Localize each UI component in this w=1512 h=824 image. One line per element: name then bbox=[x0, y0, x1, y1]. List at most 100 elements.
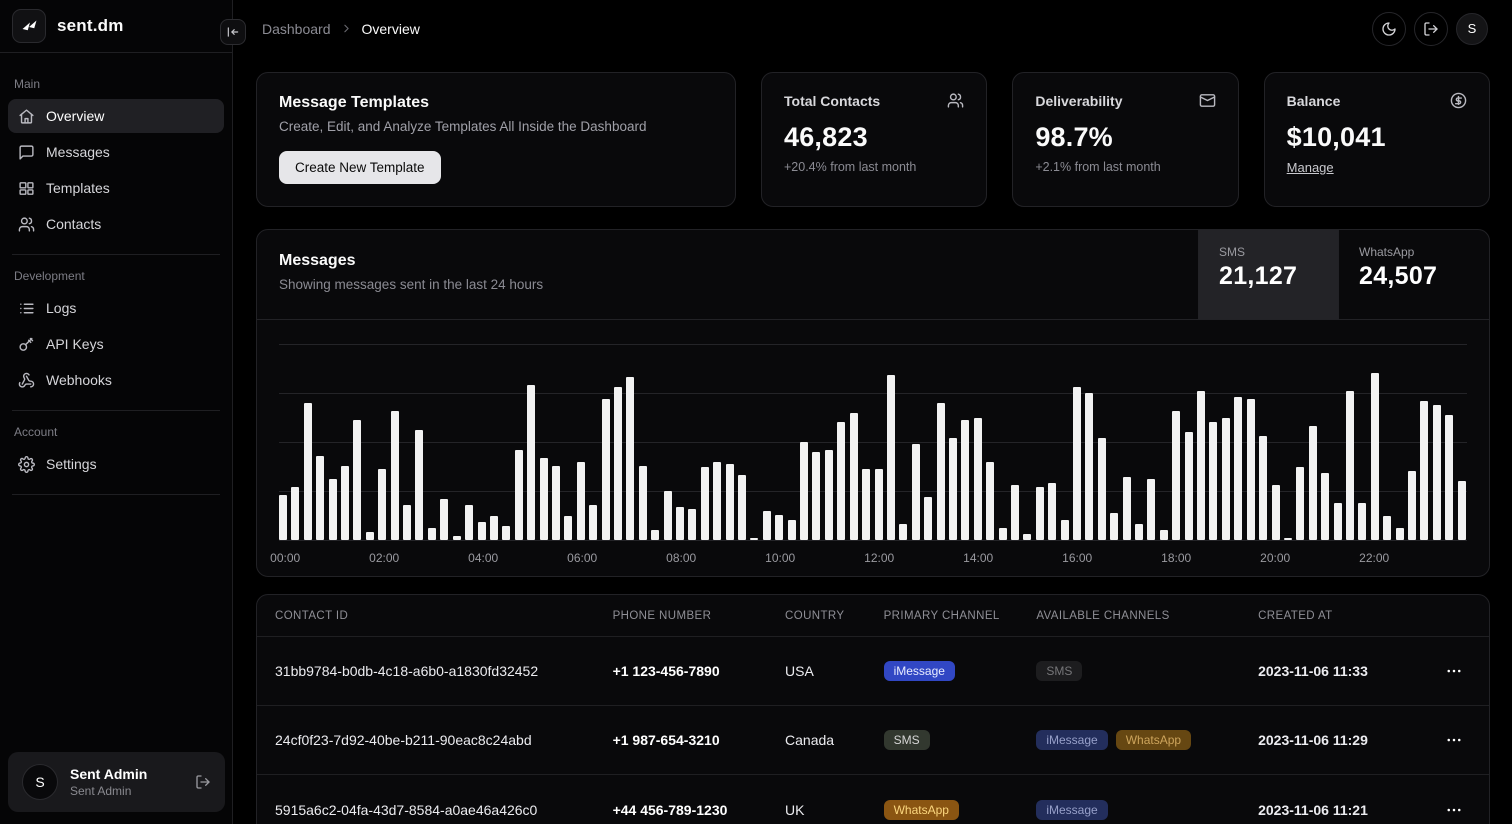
chart-bar bbox=[949, 438, 957, 540]
logout-button[interactable] bbox=[1414, 12, 1448, 46]
chart-bar bbox=[1396, 528, 1404, 540]
stat-card-header: Deliverability bbox=[1035, 92, 1215, 109]
chart-bar bbox=[1023, 534, 1031, 540]
x-axis-tick-label: 22:00 bbox=[1359, 551, 1389, 565]
chart-bar bbox=[564, 516, 572, 540]
mail-icon bbox=[1199, 92, 1216, 109]
x-axis-tick-label: 12:00 bbox=[864, 551, 894, 565]
chart-bar bbox=[899, 524, 907, 540]
message-templates-card: Message Templates Create, Edit, and Anal… bbox=[256, 72, 736, 207]
chart-bar bbox=[1123, 477, 1131, 540]
chart-bars bbox=[279, 344, 1467, 540]
column-header-primary-channel: Primary Channel bbox=[866, 610, 1019, 622]
row-actions-button[interactable] bbox=[1442, 728, 1466, 752]
country: Canada bbox=[767, 732, 866, 748]
available-channels: iMessageWhatsApp bbox=[1018, 730, 1240, 750]
chart-bar bbox=[676, 507, 684, 540]
x-axis-tick-label: 20:00 bbox=[1260, 551, 1290, 565]
column-header-contact-id: Contact ID bbox=[257, 610, 595, 622]
avatar[interactable]: S bbox=[1456, 13, 1488, 45]
sidebar-item-webhooks[interactable]: Webhooks bbox=[8, 363, 224, 397]
chart-bar bbox=[1061, 520, 1069, 540]
list-icon bbox=[18, 300, 35, 317]
sidebar-item-label: Contacts bbox=[46, 216, 101, 232]
breadcrumb-dashboard[interactable]: Dashboard bbox=[262, 21, 331, 37]
created-at: 2023-11-06 11:33 bbox=[1240, 663, 1424, 679]
chart-bar bbox=[1284, 538, 1292, 540]
chart-bar bbox=[465, 505, 473, 540]
channel-badge-imessage: iMessage bbox=[884, 661, 955, 681]
sidebar-collapse-button[interactable] bbox=[220, 19, 246, 45]
available-channels: SMS bbox=[1018, 661, 1240, 681]
sidebar-item-label: API Keys bbox=[46, 336, 104, 352]
chart-bar bbox=[602, 399, 610, 540]
stat-title: Deliverability bbox=[1035, 93, 1122, 109]
messages-panel-header: Messages Showing messages sent in the la… bbox=[257, 230, 1489, 320]
sidebar-user-card[interactable]: S Sent Admin Sent Admin bbox=[8, 752, 225, 812]
main-area: Dashboard Overview S Message Templates C… bbox=[233, 0, 1512, 824]
tab-sms[interactable]: SMS 21,127 bbox=[1198, 230, 1338, 319]
theme-toggle-button[interactable] bbox=[1372, 12, 1406, 46]
logout-icon[interactable] bbox=[195, 774, 211, 790]
gear-icon bbox=[18, 456, 35, 473]
sidebar-item-settings[interactable]: Settings bbox=[8, 447, 224, 481]
user-avatar: S bbox=[22, 764, 58, 800]
x-axis-tick-label: 10:00 bbox=[765, 551, 795, 565]
chart-bar bbox=[788, 520, 796, 540]
tab-whatsapp[interactable]: WhatsApp 24,507 bbox=[1338, 230, 1489, 319]
chart-bar bbox=[1272, 485, 1280, 540]
home-icon bbox=[18, 108, 35, 125]
phone-number: +1 123-456-7890 bbox=[595, 663, 767, 679]
chart-bar bbox=[552, 466, 560, 540]
tab-label: WhatsApp bbox=[1359, 245, 1469, 259]
chart-bar bbox=[1011, 485, 1019, 540]
sidebar-nav: Main Overview Messages Templates Contact… bbox=[0, 53, 232, 824]
chart-bar bbox=[490, 516, 498, 540]
sidebar-item-logs[interactable]: Logs bbox=[8, 291, 224, 325]
topbar-actions: S bbox=[1372, 12, 1488, 46]
chart-bar bbox=[961, 420, 969, 540]
user-meta: Sent Admin Sent Admin bbox=[70, 766, 183, 798]
chart-bar bbox=[1048, 483, 1056, 540]
sidebar-item-label: Settings bbox=[46, 456, 97, 472]
chart-bar bbox=[577, 462, 585, 540]
row-actions-button[interactable] bbox=[1442, 798, 1466, 822]
chart-bar bbox=[1358, 503, 1366, 540]
cards-row: Message Templates Create, Edit, and Anal… bbox=[256, 72, 1490, 207]
sidebar-section-label-development: Development bbox=[14, 269, 218, 283]
stat-value: 46,823 bbox=[784, 122, 964, 153]
sidebar-item-overview[interactable]: Overview bbox=[8, 99, 224, 133]
chart-bar bbox=[1420, 401, 1428, 540]
chart-bar bbox=[999, 528, 1007, 540]
x-axis-tick-label: 14:00 bbox=[963, 551, 993, 565]
x-axis-tick-label: 00:00 bbox=[270, 551, 300, 565]
chart-bar bbox=[428, 528, 436, 540]
contact-id: 5915a6c2-04fa-43d7-8584-a0ae46a426c0 bbox=[257, 802, 595, 818]
stat-value: $10,041 bbox=[1287, 122, 1467, 153]
users-icon bbox=[947, 92, 964, 109]
primary-channel: SMS bbox=[866, 730, 1019, 750]
sidebar-item-messages[interactable]: Messages bbox=[8, 135, 224, 169]
row-actions-button[interactable] bbox=[1442, 659, 1466, 683]
webhook-icon bbox=[18, 372, 35, 389]
create-new-template-button[interactable]: Create New Template bbox=[279, 151, 441, 184]
chart-bar bbox=[478, 522, 486, 540]
chart-bar bbox=[1085, 393, 1093, 540]
chart-bar bbox=[1433, 405, 1441, 540]
x-axis-tick-label: 16:00 bbox=[1062, 551, 1092, 565]
chart-bar bbox=[1172, 411, 1180, 540]
chart-bar bbox=[589, 505, 597, 540]
chart-bar bbox=[378, 469, 386, 540]
sidebar-item-api-keys[interactable]: API Keys bbox=[8, 327, 224, 361]
sidebar-item-contacts[interactable]: Contacts bbox=[8, 207, 224, 241]
manage-link[interactable]: Manage bbox=[1287, 160, 1334, 175]
chart-bar bbox=[875, 469, 883, 540]
chart-bar bbox=[1408, 471, 1416, 540]
sidebar-item-templates[interactable]: Templates bbox=[8, 171, 224, 205]
channel-tabs: SMS 21,127WhatsApp 24,507 bbox=[1198, 230, 1489, 319]
x-axis-tick-label: 02:00 bbox=[369, 551, 399, 565]
chat-icon bbox=[18, 144, 35, 161]
channel-badge-whatsapp: WhatsApp bbox=[884, 800, 959, 820]
table-row: 24cf0f23-7d92-40be-b211-90eac8c24abd +1 … bbox=[257, 706, 1489, 775]
table-body: 31bb9784-b0db-4c18-a6b0-a1830fd32452 +1 … bbox=[257, 637, 1489, 824]
